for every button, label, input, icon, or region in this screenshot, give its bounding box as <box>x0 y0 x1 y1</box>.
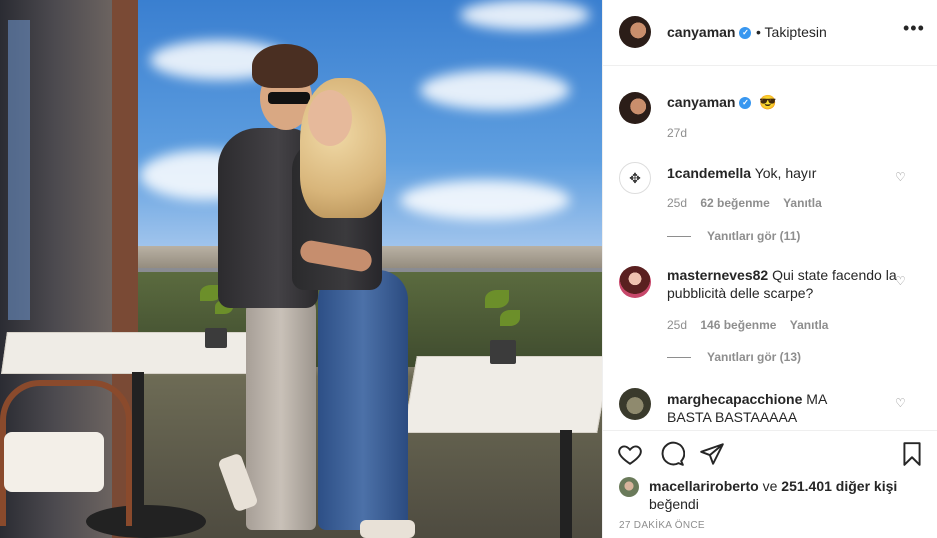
avatar[interactable] <box>619 266 651 298</box>
more-options-icon[interactable]: ••• <box>903 18 925 39</box>
post-sidebar: canyaman ✓ • Takiptesin ••• canyaman ✓ 😎 2… <box>602 0 937 538</box>
header-username-text[interactable]: canyaman <box>667 24 735 40</box>
comment-meta: 25d 62 beğenme Yanıtla <box>667 196 822 210</box>
comment-icon[interactable] <box>659 441 685 467</box>
table-leg <box>560 430 572 538</box>
reply-button[interactable]: Yanıtla <box>790 318 829 332</box>
woman-jeans <box>318 270 408 530</box>
comment-text: masterneves82 Qui state facendo la pubbl… <box>667 266 897 302</box>
plant-pot <box>490 340 516 364</box>
comment-time: 25d <box>667 196 688 210</box>
caption-time: 27d <box>667 126 688 140</box>
man-trousers <box>246 290 316 530</box>
divider <box>667 236 691 238</box>
reply-button[interactable]: Yanıtla <box>783 196 822 210</box>
bookmark-icon[interactable] <box>899 441 925 467</box>
view-replies-label[interactable]: Yanıtları gör (11) <box>707 229 800 243</box>
sunglasses <box>268 92 310 104</box>
heart-icon[interactable] <box>617 441 643 467</box>
avatar[interactable]: ✥ <box>619 162 651 194</box>
plant-leaf <box>485 290 509 308</box>
post-timestamp[interactable]: 27 DAKİKA ÖNCE <box>619 520 705 531</box>
comment-username[interactable]: marghecapacchione <box>667 391 802 407</box>
caption-username-text[interactable]: canyaman <box>667 94 735 110</box>
comment-username[interactable]: 1candemella <box>667 165 751 181</box>
man-hair <box>252 44 318 88</box>
view-replies[interactable]: Yanıtları gör (13) <box>667 350 801 364</box>
liker-avatar[interactable] <box>619 477 639 497</box>
plant-pot <box>205 328 227 348</box>
table-leg <box>132 372 144 522</box>
liker-username[interactable]: macellariroberto <box>649 478 759 494</box>
comment-likes[interactable]: 62 beğenme <box>700 196 769 210</box>
likes-connector: ve <box>762 478 778 494</box>
comment-body: Yok, hayır <box>754 165 817 181</box>
caption-emoji: 😎 <box>759 94 777 110</box>
like-comment-icon[interactable]: ♡ <box>895 396 906 410</box>
avatar[interactable] <box>619 16 651 48</box>
likes-count[interactable]: 251.401 diğer kişi <box>781 478 897 494</box>
post-dialog: canyaman ✓ • Takiptesin ••• canyaman ✓ 😎 2… <box>0 0 937 538</box>
cloud <box>420 70 570 110</box>
cloud <box>460 0 590 30</box>
verified-badge-icon: ✓ <box>739 97 752 110</box>
post-header: canyaman ✓ • Takiptesin ••• <box>603 0 937 66</box>
caption-username[interactable]: canyaman ✓ 😎 <box>667 94 777 111</box>
comment-text: marghecapacchione MA BASTA BASTAAAAA <box>667 390 867 426</box>
comment-likes[interactable]: 146 beğenme <box>700 318 776 332</box>
like-comment-icon[interactable]: ♡ <box>895 274 906 288</box>
verified-badge-icon: ✓ <box>739 27 752 40</box>
plant-leaf <box>500 310 520 326</box>
avatar[interactable] <box>619 92 651 124</box>
divider <box>667 357 691 359</box>
woman-face <box>308 90 352 146</box>
comment-meta: 25d 146 beğenme Yanıtla <box>667 318 828 332</box>
chair-cushion <box>4 432 104 492</box>
likes-summary: macellariroberto ve 251.401 diğer kişi b… <box>649 477 919 513</box>
view-replies-label[interactable]: Yanıtları gör (13) <box>707 350 801 364</box>
view-replies[interactable]: Yanıtları gör (11) <box>667 229 800 243</box>
like-comment-icon[interactable]: ♡ <box>895 170 906 184</box>
share-icon[interactable] <box>699 441 725 467</box>
header-username[interactable]: canyaman ✓ <box>667 24 752 40</box>
avatar[interactable] <box>619 388 651 420</box>
table-right <box>403 356 602 433</box>
cloud <box>400 180 570 220</box>
comment-username[interactable]: masterneves82 <box>667 267 768 283</box>
post-actions: macellariroberto ve 251.401 diğer kişi b… <box>603 430 937 538</box>
comment-time: 25d <box>667 318 688 332</box>
comments-list[interactable]: canyaman ✓ 😎 27d ✥ 1candemella Yok, hayır… <box>603 66 937 430</box>
post-photo[interactable] <box>0 0 602 538</box>
comment-text: 1candemella Yok, hayır <box>667 164 897 182</box>
follow-status[interactable]: • Takiptesin <box>756 24 827 40</box>
shoe <box>360 520 415 538</box>
likes-suffix: beğendi <box>649 496 699 512</box>
